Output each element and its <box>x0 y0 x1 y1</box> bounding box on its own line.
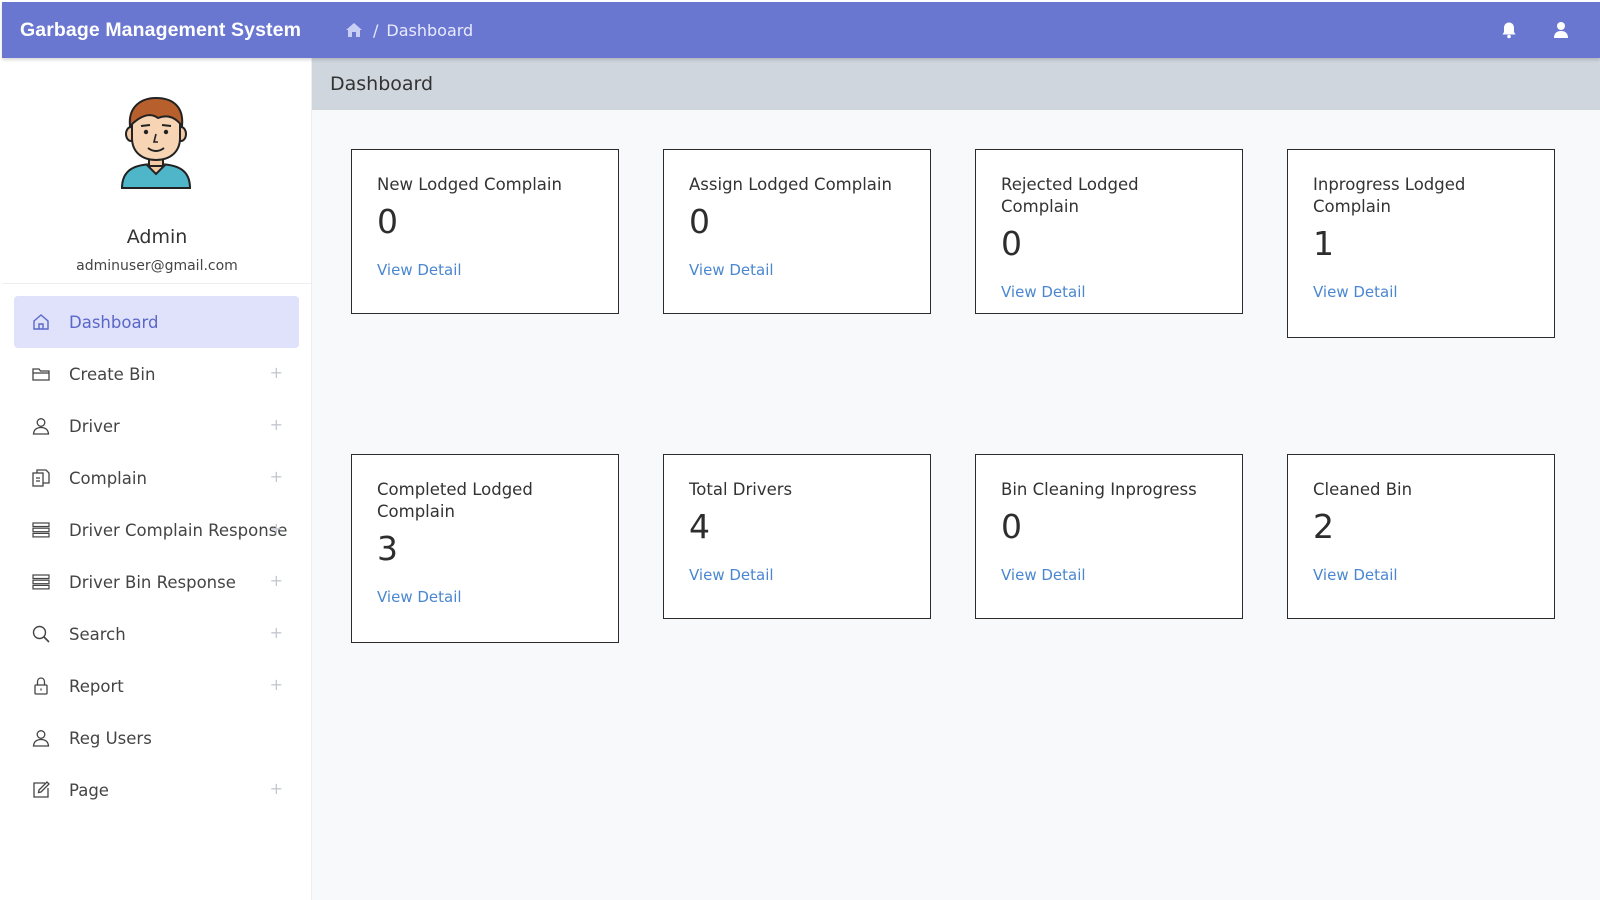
sidebar-item-page[interactable]: Page + <box>14 764 299 816</box>
user-icon <box>32 418 50 435</box>
card-value: 0 <box>1001 507 1022 546</box>
sidebar-item-label: Search <box>69 624 126 644</box>
sidebar-item-label: Reg Users <box>69 728 152 748</box>
breadcrumb: / Dashboard <box>345 21 473 40</box>
documents-icon <box>32 469 50 487</box>
card-title: Total Drivers <box>689 480 793 499</box>
card-value: 4 <box>689 507 710 546</box>
view-detail-link[interactable]: View Detail <box>1313 282 1494 302</box>
sidebar-item-dashboard[interactable]: Dashboard <box>14 296 299 348</box>
user-icon <box>32 730 50 747</box>
sidebar-item-label: Dashboard <box>69 312 159 332</box>
card-value: 2 <box>1313 507 1334 546</box>
view-detail-link[interactable]: View Detail <box>689 260 906 280</box>
search-icon <box>32 625 50 643</box>
sidebar-item-label: Report <box>69 676 124 696</box>
stat-card-bin-cleaning-inprogress: Bin Cleaning Inprogress 0 View Detail <box>975 454 1243 619</box>
card-value: 3 <box>377 529 398 568</box>
view-detail-link[interactable]: View Detail <box>1001 282 1218 302</box>
card-title: Inprogress Lodged Complain <box>1313 175 1466 216</box>
stat-card-completed-lodged-complain: Completed Lodged Complain 3 View Detail <box>351 454 619 643</box>
stat-card-assign-lodged-complain: Assign Lodged Complain 0 View Detail <box>663 149 931 314</box>
top-navbar: Garbage Management System / Dashboard <box>2 2 1600 58</box>
sidebar-item-label: Driver Bin Response <box>69 572 236 592</box>
home-icon[interactable] <box>345 22 363 38</box>
view-detail-link[interactable]: View Detail <box>377 587 558 607</box>
breadcrumb-current: Dashboard <box>386 20 474 40</box>
sidebar-item-label: Page <box>69 780 109 800</box>
sidebar: Admin adminuser@gmail.com Dashboard Crea… <box>2 58 312 900</box>
sidebar-item-driver-complain-response[interactable]: Driver Complain Response + <box>14 504 299 556</box>
sidebar-item-label: Driver <box>69 416 120 436</box>
top-icons <box>1500 2 1570 58</box>
sidebar-item-label: Create Bin <box>69 364 156 384</box>
folder-icon <box>32 368 50 381</box>
app-title[interactable]: Garbage Management System <box>20 19 345 42</box>
view-detail-link[interactable]: View Detail <box>1001 565 1218 585</box>
card-title: Completed Lodged Complain <box>377 480 533 521</box>
list-icon <box>32 522 50 538</box>
sidebar-item-label: Complain <box>69 468 147 488</box>
expand-icon[interactable]: + <box>270 779 283 798</box>
profile-name: Admin <box>126 226 188 248</box>
lock-icon <box>34 677 48 695</box>
card-title: New Lodged Complain <box>377 175 562 194</box>
sidebar-item-reg-users[interactable]: Reg Users <box>14 712 299 764</box>
home-icon <box>33 314 49 330</box>
expand-icon[interactable]: + <box>270 467 283 486</box>
sidebar-item-search[interactable]: Search + <box>14 608 299 660</box>
breadcrumb-separator: / <box>373 20 379 40</box>
stat-card-rejected-lodged-complain: Rejected Lodged Complain 0 View Detail <box>975 149 1243 314</box>
card-value: 1 <box>1313 224 1334 263</box>
sidebar-item-driver-bin-response[interactable]: Driver Bin Response + <box>14 556 299 608</box>
sidebar-item-report[interactable]: Report + <box>14 660 299 712</box>
stat-card-cleaned-bin: Cleaned Bin 2 View Detail <box>1287 454 1555 619</box>
card-value: 0 <box>1001 224 1022 263</box>
card-title: Cleaned Bin <box>1313 480 1413 499</box>
expand-icon[interactable]: + <box>270 415 283 434</box>
expand-icon[interactable]: + <box>270 519 283 538</box>
user-profile-icon[interactable] <box>1552 21 1570 39</box>
view-detail-link[interactable]: View Detail <box>689 565 906 585</box>
edit-icon <box>33 781 50 798</box>
card-title: Bin Cleaning Inprogress <box>1001 480 1197 499</box>
stat-card-inprogress-lodged-complain: Inprogress Lodged Complain 1 View Detail <box>1287 149 1555 338</box>
page-title-bar: Dashboard <box>312 58 1600 110</box>
expand-icon[interactable]: + <box>270 363 283 382</box>
avatar[interactable] <box>118 96 194 190</box>
sidebar-item-complain[interactable]: Complain + <box>14 452 299 504</box>
sidebar-item-label: Driver Complain Response <box>69 520 288 540</box>
card-title: Assign Lodged Complain <box>689 175 892 194</box>
stat-card-total-drivers: Total Drivers 4 View Detail <box>663 454 931 619</box>
expand-icon[interactable]: + <box>270 675 283 694</box>
sidebar-item-create-bin[interactable]: Create Bin + <box>14 348 299 400</box>
view-detail-link[interactable]: View Detail <box>377 260 594 280</box>
card-value: 0 <box>377 202 398 241</box>
card-value: 0 <box>689 202 710 241</box>
expand-icon[interactable]: + <box>270 623 283 642</box>
list-icon <box>32 574 50 590</box>
sidebar-nav: Dashboard Create Bin + Driver + Complain… <box>2 296 311 816</box>
profile-email: adminuser@gmail.com <box>76 258 238 274</box>
stat-card-new-lodged-complain: New Lodged Complain 0 View Detail <box>351 149 619 314</box>
card-title: Rejected Lodged Complain <box>1001 175 1139 216</box>
view-detail-link[interactable]: View Detail <box>1313 565 1530 585</box>
page-title: Dashboard <box>330 73 434 95</box>
main-content: Dashboard New Lodged Complain 0 View Det… <box>312 58 1600 900</box>
profile-panel: Admin adminuser@gmail.com <box>2 58 311 284</box>
sidebar-item-driver[interactable]: Driver + <box>14 400 299 452</box>
expand-icon[interactable]: + <box>270 571 283 590</box>
bell-icon[interactable] <box>1500 21 1518 39</box>
